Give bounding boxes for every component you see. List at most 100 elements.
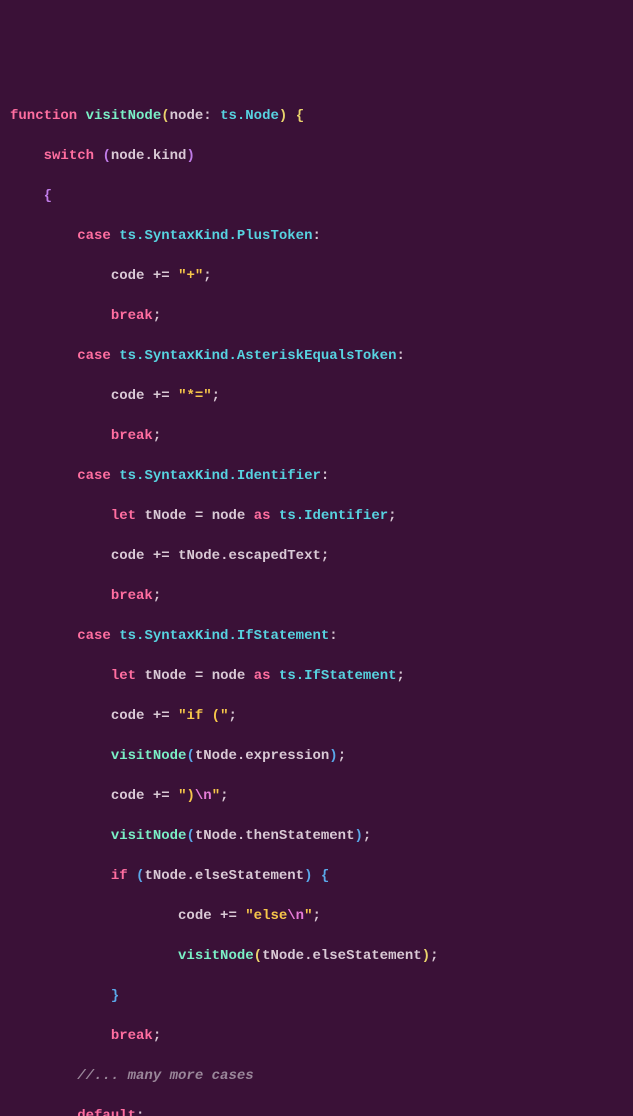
- code-line: let tNode = node as ts.Identifier;: [10, 506, 623, 526]
- code-line: visitNode(tNode.elseStatement);: [10, 946, 623, 966]
- code-line: case ts.SyntaxKind.IfStatement:: [10, 626, 623, 646]
- operator: +=: [153, 268, 170, 284]
- semicolon: ;: [388, 508, 396, 524]
- code-block: function visitNode(node: ts.Node) { swit…: [10, 86, 623, 1116]
- code-line: code += "+";: [10, 266, 623, 286]
- operator: +=: [220, 908, 237, 924]
- brace-open: {: [321, 868, 329, 884]
- paren-open: (: [254, 948, 262, 964]
- keyword-as: as: [254, 668, 271, 684]
- keyword-function: function: [10, 108, 77, 124]
- argument: tNode.expression: [195, 748, 329, 764]
- keyword-case: case: [77, 628, 111, 644]
- code-line: code += ")\n";: [10, 786, 623, 806]
- case-value: ts.SyntaxKind.PlusToken: [119, 228, 312, 244]
- colon: :: [321, 468, 329, 484]
- semicolon: ;: [212, 388, 220, 404]
- colon: :: [203, 108, 211, 124]
- escape-sequence: \n: [195, 788, 212, 804]
- identifier: code: [111, 548, 153, 564]
- function-call: visitNode: [111, 748, 187, 764]
- semicolon: ;: [203, 268, 211, 284]
- semicolon: ;: [430, 948, 438, 964]
- code-line: visitNode(tNode.expression);: [10, 746, 623, 766]
- code-line: {: [10, 186, 623, 206]
- operator: +=: [153, 388, 170, 404]
- semicolon: ;: [321, 548, 329, 564]
- colon: :: [136, 1108, 144, 1116]
- semicolon: ;: [220, 788, 228, 804]
- code-line: //... many more cases: [10, 1066, 623, 1086]
- code-line: break;: [10, 426, 623, 446]
- string-body: ): [186, 788, 194, 804]
- semicolon: ;: [338, 748, 346, 764]
- code-line: code += "else\n";: [10, 906, 623, 926]
- paren-open: (: [186, 828, 194, 844]
- identifier: tNode.escapedText: [178, 548, 321, 564]
- keyword-break: break: [111, 428, 153, 444]
- paren-close: ): [329, 748, 337, 764]
- paren-open: (: [186, 748, 194, 764]
- keyword-let: let: [111, 668, 136, 684]
- semicolon: ;: [363, 828, 371, 844]
- identifier: code: [178, 908, 220, 924]
- code-line: case ts.SyntaxKind.AsteriskEqualsToken:: [10, 346, 623, 366]
- keyword-case: case: [77, 228, 111, 244]
- brace-close: }: [111, 988, 119, 1004]
- code-line: code += "*=";: [10, 386, 623, 406]
- brace-open: {: [296, 108, 304, 124]
- code-line: case ts.SyntaxKind.PlusToken:: [10, 226, 623, 246]
- colon: :: [396, 348, 404, 364]
- type-annotation: ts.Node: [220, 108, 279, 124]
- code-line: }: [10, 986, 623, 1006]
- identifier: code: [111, 268, 153, 284]
- code-line: break;: [10, 586, 623, 606]
- code-line: if (tNode.elseStatement) {: [10, 866, 623, 886]
- string-quote: ": [245, 908, 253, 924]
- keyword-if: if: [111, 868, 128, 884]
- code-line: function visitNode(node: ts.Node) {: [10, 106, 623, 126]
- code-line: break;: [10, 306, 623, 326]
- function-call: visitNode: [111, 828, 187, 844]
- colon: :: [312, 228, 320, 244]
- condition: tNode.elseStatement: [144, 868, 304, 884]
- keyword-default: default: [77, 1108, 136, 1116]
- operator: +=: [153, 788, 170, 804]
- code-line: code += tNode.escapedText;: [10, 546, 623, 566]
- code-line: break;: [10, 1026, 623, 1046]
- keyword-case: case: [77, 348, 111, 364]
- code-line: code += "if (";: [10, 706, 623, 726]
- comment: //... many more cases: [77, 1068, 253, 1084]
- keyword-break: break: [111, 588, 153, 604]
- semicolon: ;: [153, 1028, 161, 1044]
- semicolon: ;: [228, 708, 236, 724]
- case-value: ts.SyntaxKind.Identifier: [119, 468, 321, 484]
- string-quote: ": [212, 788, 220, 804]
- string-body: else: [254, 908, 288, 924]
- code-line: case ts.SyntaxKind.Identifier:: [10, 466, 623, 486]
- type-annotation: ts.IfStatement: [279, 668, 397, 684]
- keyword-break: break: [111, 1028, 153, 1044]
- string-literal: "+": [178, 268, 203, 284]
- paren-close: ): [304, 868, 312, 884]
- string-quote: ": [304, 908, 312, 924]
- argument: tNode.thenStatement: [195, 828, 355, 844]
- identifier: code: [111, 788, 153, 804]
- semicolon: ;: [153, 588, 161, 604]
- escape-sequence: \n: [287, 908, 304, 924]
- function-call: visitNode: [178, 948, 254, 964]
- operator: +=: [153, 548, 170, 564]
- semicolon: ;: [313, 908, 321, 924]
- semicolon: ;: [397, 668, 405, 684]
- paren-close: ): [355, 828, 363, 844]
- keyword-switch: switch: [44, 148, 94, 164]
- paren-open: (: [102, 148, 110, 164]
- function-name: visitNode: [86, 108, 162, 124]
- type-annotation: ts.Identifier: [279, 508, 388, 524]
- identifier: code: [111, 708, 153, 724]
- keyword-as: as: [254, 508, 271, 524]
- paren-close: ): [186, 148, 194, 164]
- semicolon: ;: [153, 428, 161, 444]
- argument: tNode.elseStatement: [262, 948, 422, 964]
- paren-close: ): [422, 948, 430, 964]
